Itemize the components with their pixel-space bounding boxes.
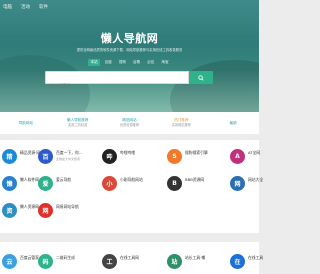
site-item[interactable]: S 搜狗搜索引擎 <box>165 147 229 167</box>
blue-logo-icon: 懒 <box>2 176 17 191</box>
green-logo-icon: 爱 <box>38 176 53 191</box>
blue-logo-icon: 网 <box>230 176 245 191</box>
round-logo-icon: 哔 <box>102 149 117 164</box>
quick-card-subtitle: 实用网站推荐 <box>171 123 191 128</box>
site-name: 网站大全 <box>248 177 264 182</box>
top-nav-item[interactable]: 活动 <box>21 4 30 10</box>
quick-card[interactable]: 导航网站 <box>0 112 52 134</box>
site-name: 网易网站导航 <box>56 204 79 209</box>
quick-card-title: 最新 <box>229 120 237 125</box>
pink-logo-icon: A <box>230 149 245 164</box>
tab-sogou[interactable]: 搜狗 <box>117 59 128 66</box>
quick-card-subtitle: 实用工具精选 <box>68 123 88 128</box>
search-button[interactable] <box>189 71 213 84</box>
search-engine-tabs: 本站 百度 搜狗 谷歌 必应 淘宝 <box>0 59 259 66</box>
site-item[interactable]: 站站长工具·懒 <box>165 252 229 272</box>
quick-cards: 导航网站 懒人导航推荐 实用工具精选 精选网站 优质资源推荐 热门推荐 实用网站推荐 最新 <box>0 112 259 134</box>
site-item[interactable]: 在在线工具 <box>228 252 292 272</box>
site-item[interactable]: 工在线工具网 <box>100 252 164 272</box>
baidu-paw-icon: 百 <box>38 149 53 164</box>
section-gap <box>0 233 259 242</box>
site-subtitle: 提供全网最优质的软件资源下载、网站导航推荐与实用在线工具收录服务 <box>76 48 183 52</box>
tool-icon: 工 <box>102 254 117 269</box>
quick-card-title: 导航网站 <box>18 120 34 125</box>
tab-bing[interactable]: 必应 <box>145 59 156 66</box>
site-name: AT全网 <box>248 150 261 155</box>
site-title: 懒人导航网 <box>100 32 159 45</box>
site-name: 站长工具·懒 <box>185 255 206 260</box>
netease-icon: 网 <box>38 203 53 218</box>
site-name: 爱云导航 <box>56 177 72 182</box>
site-item[interactable]: 哔哔哩哔哩 <box>100 147 164 167</box>
site-item[interactable]: 码二维码生成 <box>36 252 100 272</box>
red-logo-icon: 小 <box>102 176 117 191</box>
owl-icon: 站 <box>167 254 182 269</box>
search-input[interactable] <box>46 79 182 92</box>
site-name: 小刚导航网站 <box>120 177 143 182</box>
site-item[interactable]: 爱爱云导航 <box>36 174 100 194</box>
site-name: 在线工具网 <box>120 255 139 260</box>
quick-card[interactable]: 热门推荐 实用网站推荐 <box>155 112 207 134</box>
blue-logo-icon: 资 <box>2 203 17 218</box>
qr-icon: 码 <box>38 254 53 269</box>
site-name: 百度一下，你… <box>56 150 83 155</box>
top-nav-item[interactable]: 软件 <box>39 4 48 10</box>
quick-card[interactable]: 精选网站 优质资源推荐 <box>104 112 156 134</box>
quick-card-subtitle: 优质资源推荐 <box>119 123 140 128</box>
site-item[interactable]: 百百度一下，你… 全球最大中文搜索 <box>36 147 100 167</box>
tab-google[interactable]: 谷歌 <box>131 59 142 66</box>
tab-baidu[interactable]: 百度 <box>103 59 114 66</box>
site-name: 二维码生成 <box>56 255 75 260</box>
blue-logo-icon: 在 <box>230 254 245 269</box>
site-desc: 全球最大中文搜索 <box>56 157 81 161</box>
site-item[interactable]: 网网易网站导航 <box>36 201 100 221</box>
tab-taobao[interactable]: 淘宝 <box>159 59 170 66</box>
top-nav-item[interactable]: 电脑 <box>3 4 12 10</box>
site-item[interactable]: A AT全网 <box>228 147 292 167</box>
hero-banner: 电脑 活动 软件 懒人导航网 提供全网最优质的软件资源下载、网站导航推荐与实用在… <box>0 0 259 112</box>
cloud-icon: 云 <box>2 254 17 269</box>
site-item[interactable]: 小小刚导航网站 <box>100 174 164 194</box>
top-nav: 电脑 活动 软件 <box>0 0 259 14</box>
sogou-icon: S <box>167 149 182 164</box>
site-name: 搜狗搜索引擎 <box>185 150 208 155</box>
site-name: 哔哩哔哩 <box>120 150 136 155</box>
site-name: 在线工具 <box>248 255 264 260</box>
site-logo-icon: 精 <box>2 149 17 164</box>
search-box <box>45 71 189 92</box>
dark-logo-icon: B <box>167 176 182 191</box>
tab-site[interactable]: 本站 <box>88 59 100 66</box>
site-name: BBB资源网 <box>185 177 205 182</box>
search-icon <box>198 74 204 81</box>
quick-card[interactable]: 懒人导航推荐 实用工具精选 <box>52 112 104 134</box>
site-item[interactable]: B BBB资源网 <box>165 174 229 194</box>
quick-card[interactable]: 最新 <box>207 112 259 134</box>
site-item[interactable]: 网网站大全 <box>228 174 292 194</box>
search-bar <box>45 71 213 92</box>
